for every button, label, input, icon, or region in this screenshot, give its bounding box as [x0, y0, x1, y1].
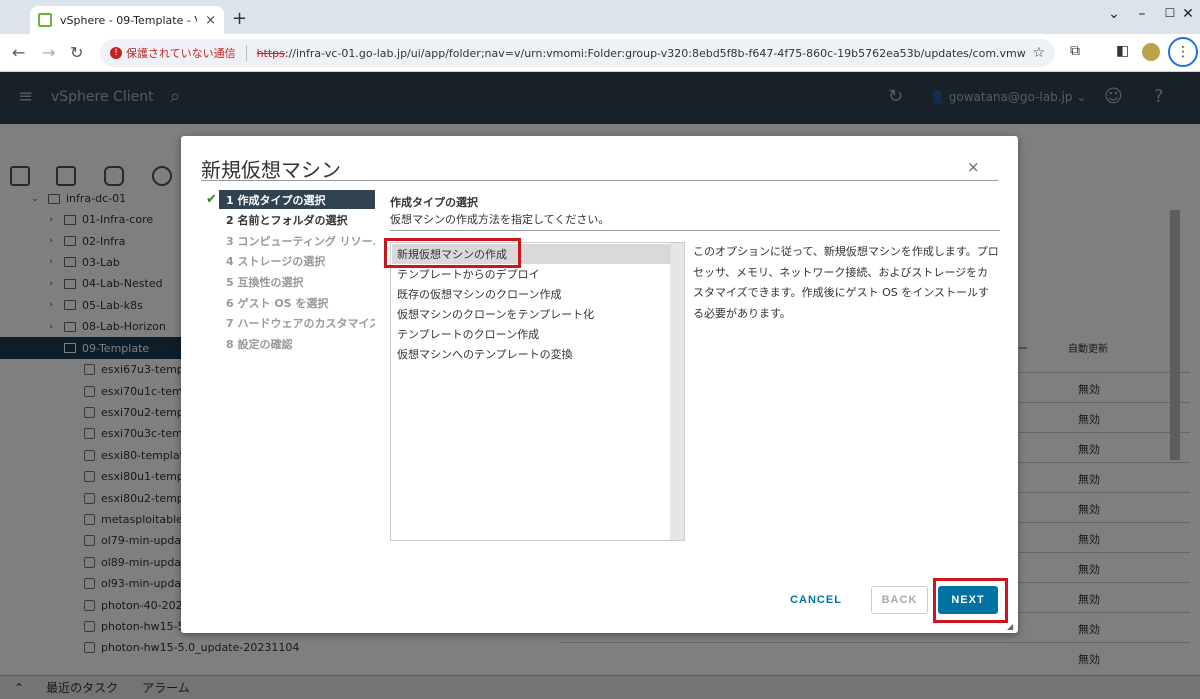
- reload-icon[interactable]: ↻: [70, 43, 83, 62]
- window-close-button[interactable]: ✕: [1178, 6, 1198, 22]
- profile-avatar[interactable]: [1142, 43, 1160, 61]
- wizard-step: 8 設定の確認: [226, 337, 293, 351]
- url-path: ://infra-vc-01.go-lab.jp/ui/app/folder;n…: [284, 46, 1027, 60]
- browser-tab-strip: vSphere - 09-Template - VMwa × + ⌄ – ☐ ✕: [0, 0, 1200, 34]
- url-text[interactable]: https://infra-vc-01.go-lab.jp/ui/app/fol…: [257, 47, 1027, 60]
- wizard-step: 7 ハードウェアのカスタマイズ: [226, 317, 375, 331]
- section-title: 作成タイプの選択: [390, 196, 478, 209]
- url-scheme: https: [256, 46, 285, 60]
- divider: [390, 230, 1000, 231]
- back-arrow-icon[interactable]: ←: [12, 43, 25, 62]
- wizard-step[interactable]: 2 名前とフォルダの選択: [219, 211, 375, 230]
- maximize-button[interactable]: ☐: [1160, 6, 1180, 20]
- address-bar[interactable]: ! 保護されていない通信 https://infra-vc-01.go-lab.j…: [100, 39, 1055, 67]
- new-vm-wizard: 新規仮想マシン × ✔ 1 作成タイプの選択 2 名前とフォルダの選択 3 コンピュ…: [181, 136, 1018, 633]
- security-warning[interactable]: ! 保護されていない通信: [110, 45, 236, 61]
- resize-handle-icon[interactable]: ◢: [1007, 622, 1013, 631]
- wizard-step: 4 ストレージの選択: [226, 255, 326, 269]
- close-icon[interactable]: ×: [967, 158, 980, 176]
- tab-title: vSphere - 09-Template - VMwa: [60, 13, 197, 27]
- vsphere-favicon-icon: [38, 13, 52, 27]
- creation-type-list[interactable]: 新規仮想マシンの作成 テンプレートからのデプロイ 既存の仮想マシンのクローン作成 仮想…: [390, 242, 685, 541]
- wizard-step: 6 ゲスト OS を選択: [226, 296, 329, 310]
- divider: [201, 180, 998, 181]
- tab-close-icon[interactable]: ×: [205, 13, 216, 28]
- wizard-step: 5 互換性の選択: [226, 275, 304, 289]
- warning-icon: !: [110, 47, 122, 59]
- minimize-button[interactable]: –: [1132, 6, 1152, 22]
- extensions-icon[interactable]: ⧉: [1070, 43, 1080, 59]
- side-panel-icon[interactable]: ◧: [1116, 43, 1129, 59]
- section-subtitle: 仮想マシンの作成方法を指定してください。: [390, 213, 610, 226]
- creation-type-option[interactable]: 既存の仮想マシンのクローン作成: [392, 284, 671, 304]
- wizard-step[interactable]: 1 作成タイプの選択: [219, 190, 375, 209]
- security-warning-text: 保護されていない通信: [126, 47, 236, 60]
- list-scrollbar[interactable]: [670, 243, 684, 540]
- wizard-step: 3 コンピューティング リソー...: [226, 234, 375, 248]
- highlight-box: [384, 238, 521, 268]
- back-button[interactable]: BACK: [871, 586, 928, 614]
- new-tab-button[interactable]: +: [232, 8, 247, 29]
- creation-type-option[interactable]: 仮想マシンのクローンをテンプレート化: [392, 304, 671, 324]
- browser-toolbar: ← → ↻ ! 保護されていない通信 https://infra-vc-01.go…: [0, 34, 1200, 72]
- checkmark-icon: ✔: [206, 192, 217, 207]
- divider: [245, 45, 247, 61]
- browser-menu-icon[interactable]: ⋮: [1168, 37, 1198, 67]
- forward-arrow-icon[interactable]: →: [42, 43, 55, 62]
- wizard-title: 新規仮想マシン: [201, 158, 341, 182]
- bookmark-star-icon[interactable]: ☆: [1032, 45, 1045, 61]
- chevron-down-icon[interactable]: ⌄: [1104, 6, 1124, 22]
- creation-type-option[interactable]: テンプレートのクローン作成: [392, 324, 671, 344]
- creation-type-option[interactable]: 仮想マシンへのテンプレートの変換: [392, 344, 671, 364]
- cancel-button[interactable]: CANCEL: [789, 586, 843, 614]
- option-description: このオプションに従って、新規仮想マシンを作成します。プロセッサ、メモリ、ネットワ…: [693, 245, 999, 320]
- highlight-box: [933, 578, 1008, 623]
- browser-tab[interactable]: vSphere - 09-Template - VMwa ×: [30, 6, 224, 34]
